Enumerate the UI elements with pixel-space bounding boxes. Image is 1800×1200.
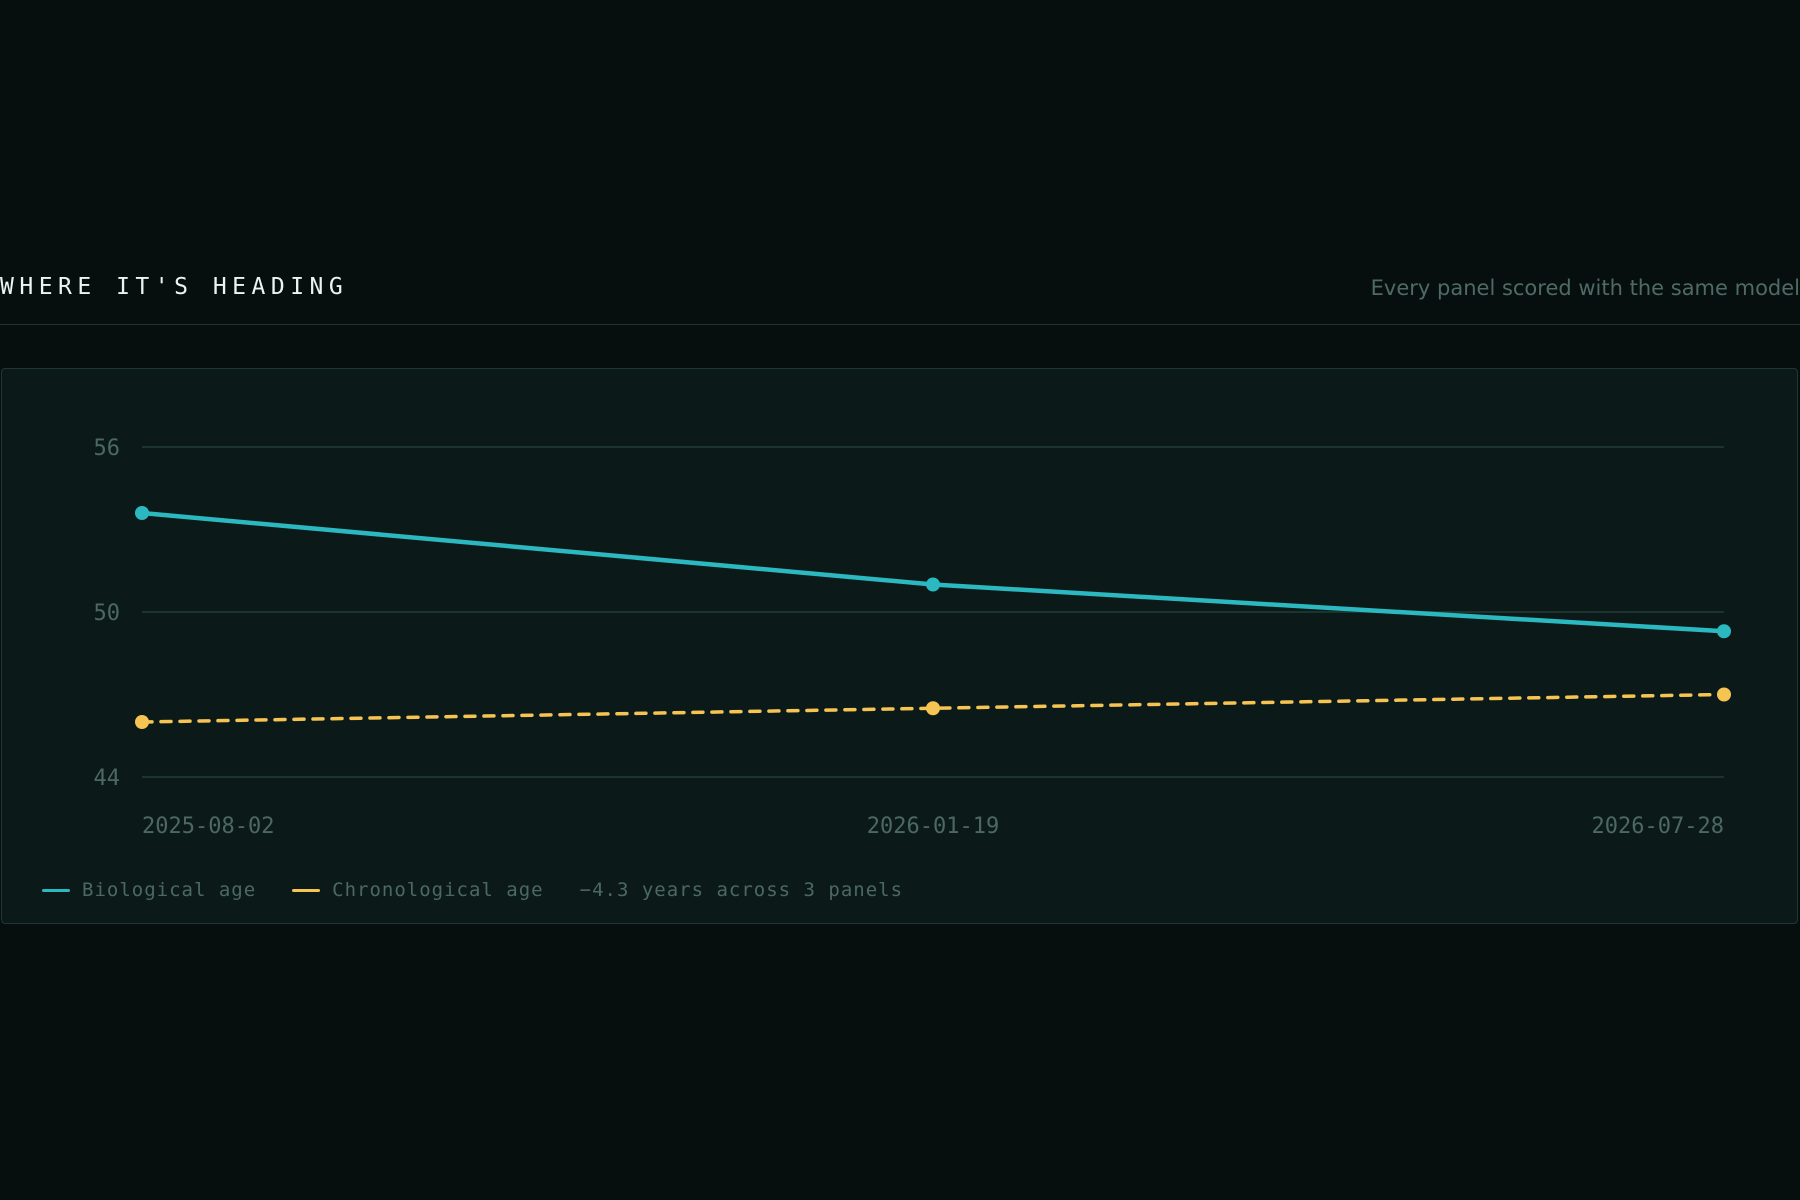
data-point-biological-age-2 [1717,624,1731,639]
legend-item-chronological: Chronological age [292,879,543,901]
page: WHERE IT'S HEADING Every panel scored wi… [0,0,1800,1200]
data-point-chronological-age-2 [1717,687,1731,702]
y-tick-label-50: 50 [94,601,121,626]
legend-label-chronological: Chronological age [332,879,544,901]
legend-swatch-chronological [292,888,321,892]
x-tick-label-2026-07-28: 2026-07-28 [1592,814,1724,839]
chart-card: 56 50 44 2025-08-02 2026-01-19 2026-07-28 Bio… [1,368,1798,924]
data-point-biological-age-0 [135,506,149,520]
y-tick-label-56: 56 [94,436,121,461]
x-tick-label-2025-08-02: 2025-08-02 [142,814,274,839]
chart-legend: Biological age Chronological age −4.3 ye… [42,879,903,901]
data-point-chronological-age-0 [135,715,149,729]
legend-label-biological: Biological age [82,879,257,901]
legend-item-biological: Biological age [42,879,256,901]
y-tick-label-44: 44 [94,766,121,791]
age-trend-chart: 56 50 44 2025-08-02 2026-01-19 2026-07-28 [94,436,1731,839]
legend-swatch-biological [42,888,70,892]
x-tick-label-2026-01-19: 2026-01-19 [867,814,999,839]
series-line-biological-age [139,510,1727,634]
section-title: WHERE IT'S HEADING [0,274,349,300]
legend-summary: −4.3 years across 3 panels [579,879,904,901]
section-note: Every panel scored with the same model [1370,276,1800,300]
section-header: WHERE IT'S HEADING Every panel scored wi… [0,270,1800,325]
data-point-biological-age-1 [926,577,940,592]
data-point-chronological-age-1 [926,701,940,716]
